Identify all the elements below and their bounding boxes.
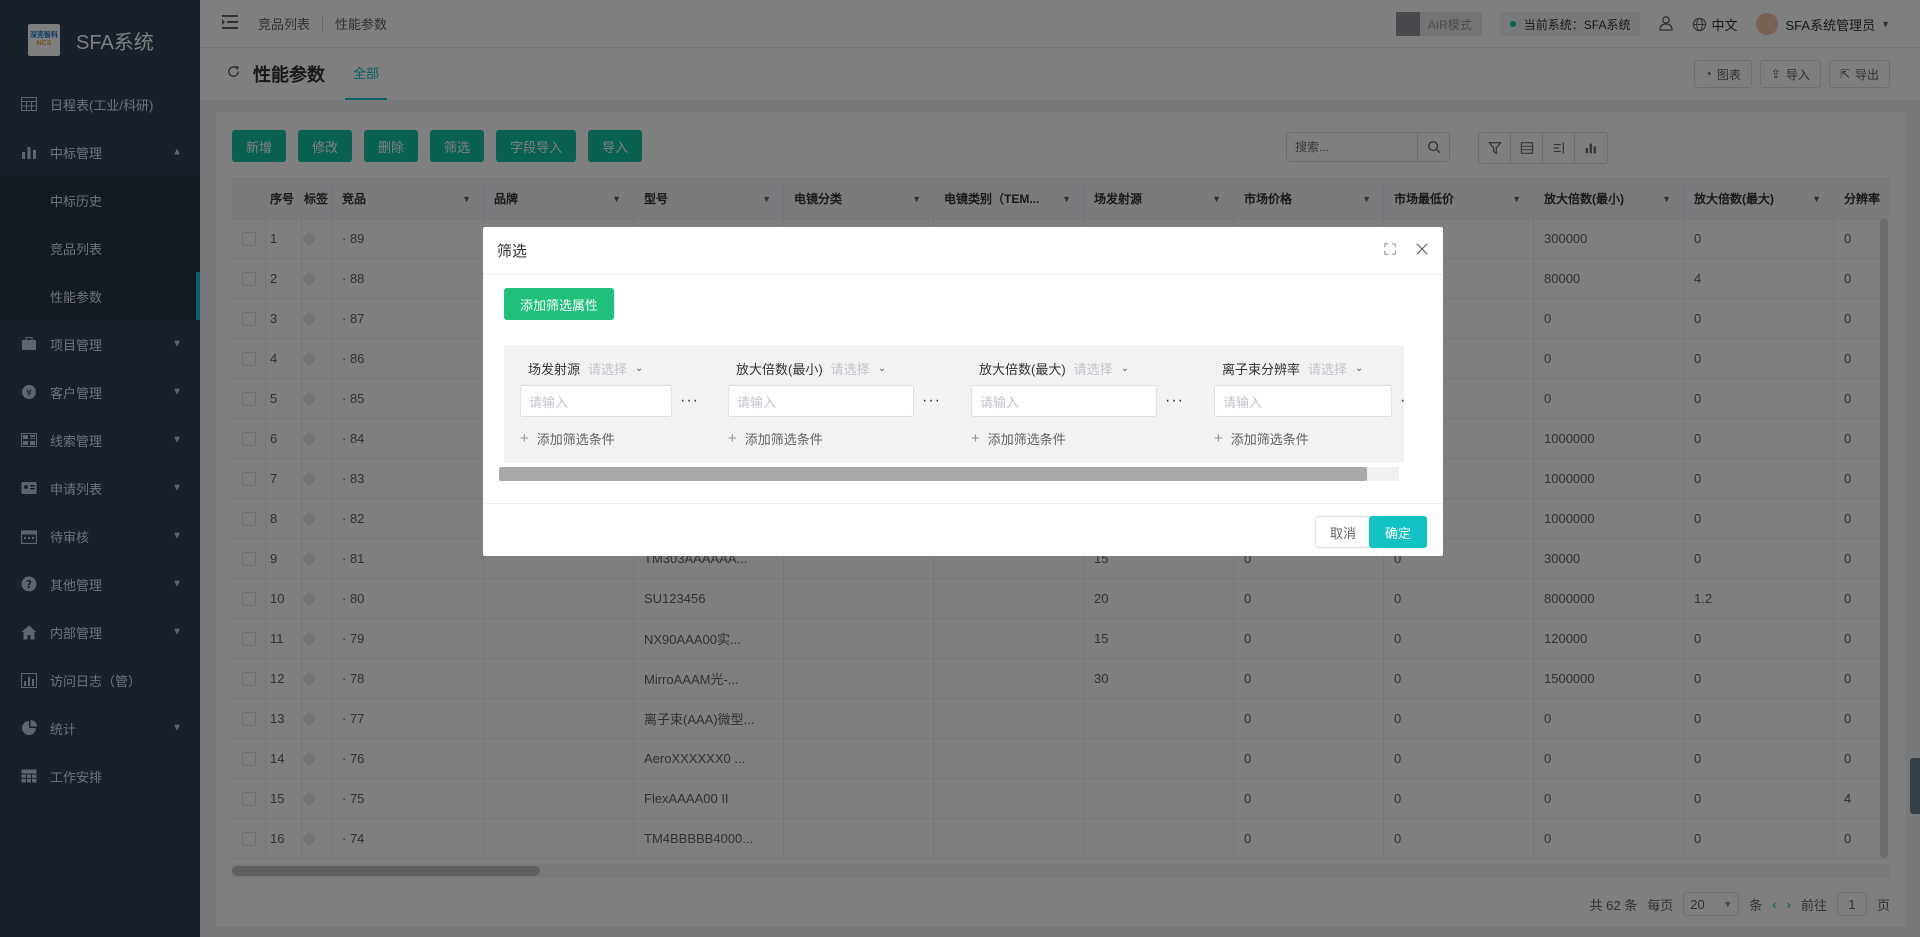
filter-field-label: 放大倍数(最大) [979, 361, 1066, 377]
filter-field-select[interactable]: 放大倍数(最大) 请选择 ⌄ [971, 359, 1201, 377]
dialog-footer: 取消 确定 [483, 503, 1443, 556]
plus-icon: + [520, 430, 529, 447]
filter-column: 放大倍数(最大) 请选择 ⌄ 请输入 ··· + 添加筛选条件 [971, 359, 1201, 448]
more-options-icon[interactable]: ··· [1400, 392, 1404, 410]
close-icon[interactable] [1415, 242, 1429, 260]
filter-input-row: 请输入 ··· [728, 385, 958, 417]
filter-value-input[interactable]: 请输入 [1214, 385, 1392, 417]
filter-select-placeholder: 请选择 [1308, 361, 1348, 377]
filter-value-input[interactable]: 请输入 [971, 385, 1157, 417]
plus-icon: + [728, 430, 737, 447]
more-options-icon[interactable]: ··· [680, 392, 699, 410]
filter-field-select[interactable]: 场发射源 请选择 ⌄ [520, 359, 750, 377]
chevron-down-icon: ⌄ [1355, 362, 1364, 374]
dialog-header: 筛选 [483, 227, 1443, 275]
filter-dialog: 筛选 添加筛选属性 场发射源 请选择 ⌄ 请输入 ··· + 添加筛选条件 放大倍数(最小) 请… [483, 227, 1443, 556]
confirm-button[interactable]: 确定 [1368, 516, 1427, 548]
filter-field-label: 放大倍数(最小) [736, 361, 823, 377]
filter-column: 离子束分辨率请选择 ⌄ 请输入 ··· + 添加筛选条件 [1214, 359, 1404, 448]
filter-conditions-area: 场发射源 请选择 ⌄ 请输入 ··· + 添加筛选条件 放大倍数(最小) 请选择 ⌄ 请输入 ··· +… [504, 345, 1404, 463]
filter-column: 放大倍数(最小) 请选择 ⌄ 请输入 ··· + 添加筛选条件 [728, 359, 958, 448]
add-condition-link[interactable]: + 添加筛选条件 [728, 429, 958, 448]
add-filter-attribute-button[interactable]: 添加筛选属性 [504, 288, 615, 320]
dialog-title: 筛选 [497, 243, 528, 260]
more-options-icon[interactable]: ··· [1165, 392, 1184, 410]
dialog-header-icons [1383, 227, 1429, 275]
plus-icon: + [1214, 430, 1223, 447]
more-options-icon[interactable]: ··· [922, 392, 941, 410]
filter-column: 场发射源 请选择 ⌄ 请输入 ··· + 添加筛选条件 [520, 359, 750, 448]
fullscreen-icon[interactable] [1383, 242, 1397, 260]
filter-input-row: 请输入 ··· [971, 385, 1201, 417]
add-condition-label: 添加筛选条件 [536, 432, 615, 447]
chevron-down-icon: ⌄ [635, 362, 644, 374]
chevron-down-icon: ⌄ [877, 362, 887, 374]
filter-select-placeholder: 请选择 [1073, 361, 1113, 377]
filter-field-label: 场发射源 [528, 361, 581, 377]
filter-field-select[interactable]: 离子束分辨率 请选择 ⌄ [1214, 359, 1404, 377]
add-condition-link[interactable]: + 添加筛选条件 [520, 429, 750, 448]
add-condition-link[interactable]: + 添加筛选条件 [971, 429, 1201, 448]
cancel-button[interactable]: 取消 [1314, 516, 1371, 548]
add-condition-label: 添加筛选条件 [987, 432, 1066, 447]
filter-field-select[interactable]: 放大倍数(最小) 请选择 ⌄ [728, 359, 958, 377]
add-condition-label: 添加筛选条件 [744, 432, 823, 447]
scrollbar-thumb[interactable] [499, 467, 1367, 481]
filter-value-input[interactable]: 请输入 [728, 385, 914, 417]
plus-icon: + [971, 430, 980, 447]
filter-value-input[interactable]: 请输入 [520, 385, 672, 417]
filter-input-row: 请输入 ··· [520, 385, 750, 417]
dialog-horizontal-scrollbar[interactable] [499, 467, 1399, 481]
filter-input-row: 请输入 ··· [1214, 385, 1404, 417]
filter-field-label: 离子束分辨率 [1222, 361, 1301, 377]
add-condition-link[interactable]: + 添加筛选条件 [1214, 429, 1404, 448]
add-condition-label: 添加筛选条件 [1230, 432, 1309, 447]
filter-select-placeholder: 请选择 [588, 361, 628, 377]
filter-select-placeholder: 请选择 [830, 361, 870, 377]
chevron-down-icon: ⌄ [1120, 362, 1130, 374]
